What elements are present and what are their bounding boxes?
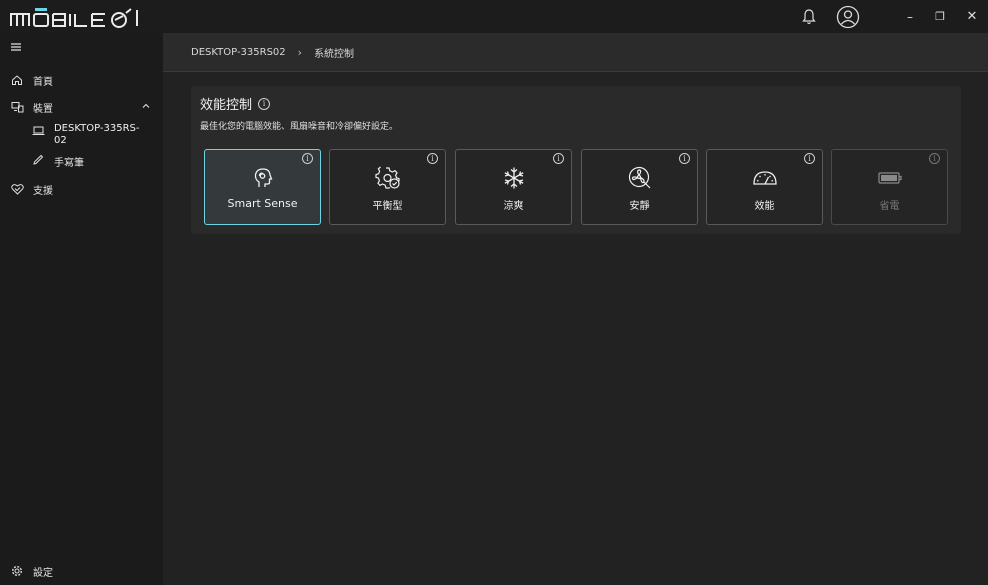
info-icon[interactable]: i [679,153,690,164]
mode-card-quiet[interactable]: i 安靜 [581,149,698,225]
sidebar-item-devices[interactable]: 裝置 [0,96,163,118]
sidebar-item-label: 手寫筆 [54,157,84,169]
mode-card-label: Smart Sense [227,197,298,210]
mode-card-label: 安靜 [629,201,650,212]
user-profile-icon[interactable] [834,0,862,33]
sidebar-item-settings[interactable]: 設定 [0,560,163,582]
mode-card-power-saver: i 省電 [831,149,948,225]
sidebar-item-pen[interactable]: 手寫筆 [32,153,152,169]
snowflake-icon [456,166,571,190]
info-icon[interactable]: i [804,153,815,164]
hamburger-menu-icon[interactable] [8,40,24,54]
mode-card-label: 效能 [754,201,775,212]
mobile01-logo [10,8,138,28]
home-icon [10,73,24,87]
sidebar-item-label: 裝置 [33,103,53,115]
panel-title-text: 效能控制 [200,98,253,113]
sidebar-item-label: DESKTOP-335RS-02 [53,123,140,146]
sidebar: 首頁 裝置 DESKTOP-335RS-02 手寫筆 支援 設定 [0,33,163,585]
info-icon[interactable]: i [258,97,271,110]
close-button[interactable]: ✕ [958,0,986,33]
laptop-icon [32,126,46,140]
notification-bell-icon[interactable] [797,0,821,33]
maximize-button[interactable]: ❐ [926,0,954,33]
pen-icon [32,154,46,169]
mode-card-label: 平衡型 [372,201,403,212]
main-content: 效能控制 i 最佳化您的電腦效能、風扇噪音和冷卻偏好設定。 i Smart Se… [163,72,988,585]
support-handshake-icon [10,182,24,196]
logo-accent [35,8,47,11]
mode-card-label: 涼爽 [503,201,524,212]
mode-card-balanced[interactable]: i 平衡型 [329,149,446,225]
info-icon[interactable]: i [553,153,564,164]
info-icon[interactable]: i [302,153,313,164]
breadcrumb: DESKTOP-335RS02 › 系統控制 [163,33,988,72]
performance-control-panel: 效能控制 i 最佳化您的電腦效能、風扇噪音和冷卻偏好設定。 i Smart Se… [191,86,961,234]
breadcrumb-current: 系統控制 [314,48,355,60]
minimize-button[interactable]: – [896,0,924,33]
panel-title: 效能控制 i [200,94,271,113]
smart-sense-icon [205,166,320,190]
sidebar-item-label: 首頁 [33,76,53,88]
sidebar-item-support[interactable]: 支援 [0,178,163,200]
mode-card-cool[interactable]: i 涼爽 [455,149,572,225]
balanced-gear-icon [330,166,445,190]
sidebar-item-label: 支援 [33,185,53,197]
gear-icon [10,564,24,578]
chevron-up-icon[interactable] [141,101,151,111]
sidebar-item-label: 設定 [33,567,53,579]
panel-description: 最佳化您的電腦效能、風扇噪音和冷卻偏好設定。 [200,122,399,132]
mode-card-label: 省電 [879,201,900,212]
battery-icon [832,166,947,190]
speedometer-icon [707,166,822,190]
mode-card-smart-sense[interactable]: i Smart Sense [204,149,321,225]
sidebar-item-home[interactable]: 首頁 [0,69,163,91]
info-icon[interactable]: i [427,153,438,164]
sidebar-item-desktop[interactable]: DESKTOP-335RS-02 [32,123,152,149]
mode-card-performance[interactable]: i 效能 [706,149,823,225]
info-icon[interactable]: i [929,153,940,164]
title-bar: – ❐ ✕ [0,0,988,33]
devices-icon [10,100,24,114]
breadcrumb-separator-icon: › [297,45,303,59]
quiet-fan-icon [582,166,697,190]
breadcrumb-device[interactable]: DESKTOP-335RS02 [191,47,286,58]
